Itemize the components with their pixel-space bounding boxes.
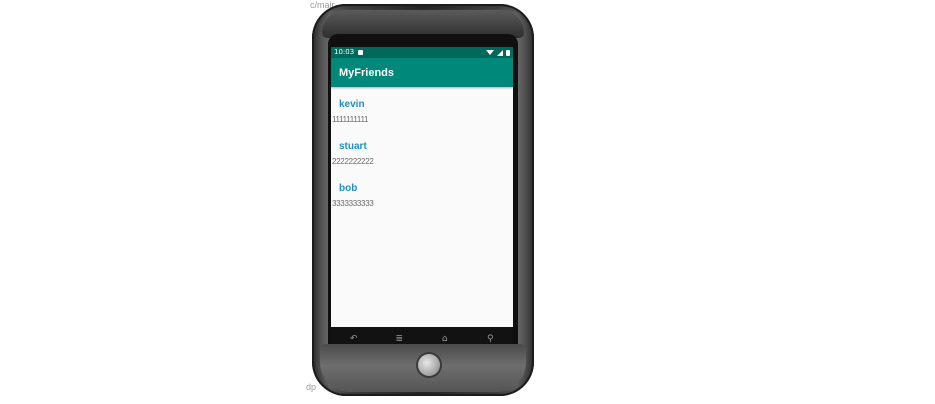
friend-name: stuart xyxy=(339,141,367,152)
app-toolbar: MyFriends xyxy=(331,58,513,87)
friend-list: kevin 1111111111 stuart 2222222222 bob 3… xyxy=(331,87,513,221)
friend-list-item-kevin[interactable]: kevin 1111111111 xyxy=(331,95,513,137)
search-icon[interactable]: ⚲ xyxy=(480,334,500,344)
friend-list-item-bob[interactable]: bob 3333333333 xyxy=(331,179,513,221)
friend-name: kevin xyxy=(339,99,365,110)
status-time: 10:03 xyxy=(334,48,355,56)
background-dp-text: dp xyxy=(306,382,317,392)
phone-chin xyxy=(320,344,526,392)
app-title: MyFriends xyxy=(339,66,395,79)
friend-phone: 3333333333 xyxy=(332,199,374,208)
hardware-home-button[interactable] xyxy=(418,354,440,376)
app-screen: 10:03 MyFriends kevin 1111111111 stuart … xyxy=(331,47,513,327)
wifi-icon xyxy=(486,50,494,55)
menu-icon[interactable]: ≣ xyxy=(389,334,409,344)
phone-device-frame: 10:03 MyFriends kevin 1111111111 stuart … xyxy=(312,4,534,396)
home-icon[interactable]: ⌂ xyxy=(435,334,455,344)
back-icon[interactable]: ↶ xyxy=(344,334,364,344)
friend-list-item-stuart[interactable]: stuart 2222222222 xyxy=(331,137,513,179)
signal-icon xyxy=(497,49,503,56)
battery-icon xyxy=(506,49,510,56)
friend-phone: 1111111111 xyxy=(332,115,369,124)
friend-name: bob xyxy=(339,183,358,194)
sd-card-icon xyxy=(358,50,364,55)
status-bar: 10:03 xyxy=(331,47,513,58)
friend-phone: 2222222222 xyxy=(332,157,374,166)
